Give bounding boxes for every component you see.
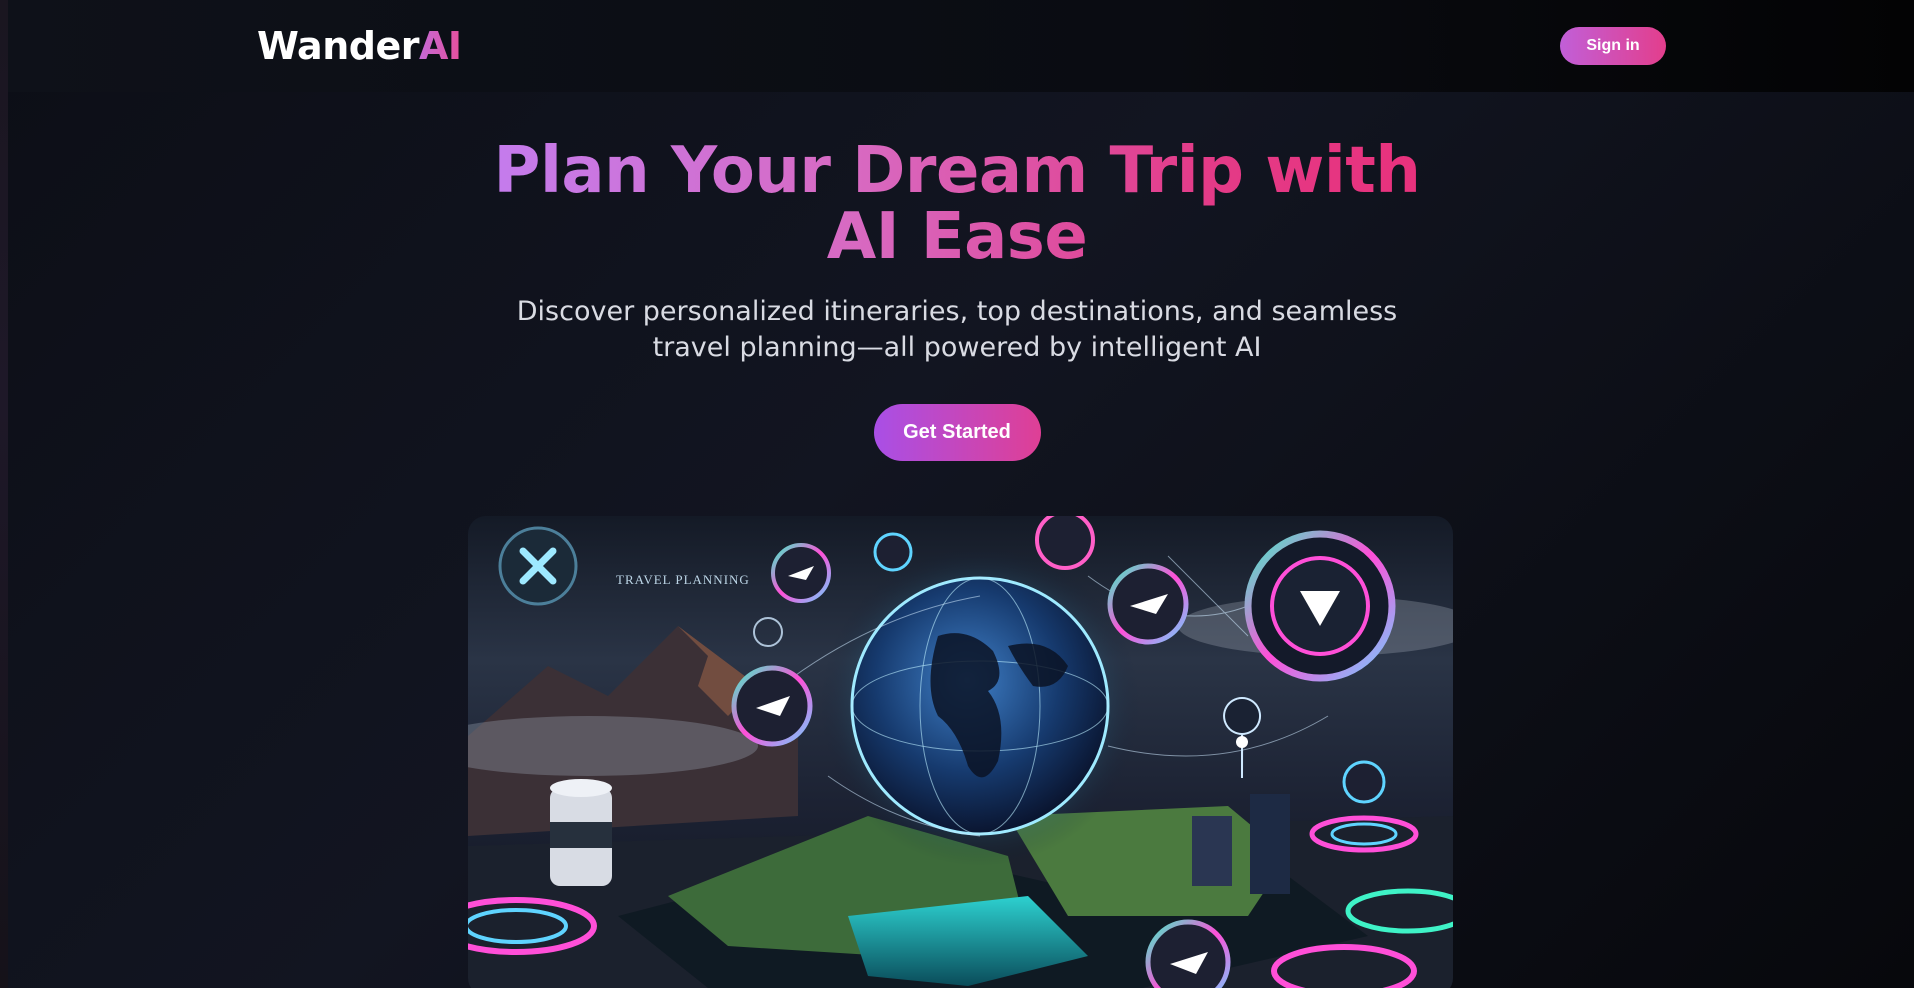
get-started-button[interactable]: Get Started (873, 404, 1041, 461)
logo-accent-text: AI (418, 24, 462, 68)
hero-section: Plan Your Dream Trip with AI Ease Discov… (0, 138, 1914, 461)
close-icon (498, 526, 578, 606)
airplane-icon (771, 543, 831, 603)
logo-main-text: Wander (257, 24, 419, 68)
location-pin-icon (1223, 697, 1262, 779)
play-icon (1244, 530, 1396, 682)
hero-subtitle: Discover personalized itineraries, top d… (516, 296, 1398, 363)
navbar: WanderAI Sign in (8, 0, 1914, 92)
airplane-icon (1145, 919, 1231, 988)
airplane-icon (873, 532, 913, 572)
hero-headline: Plan Your Dream Trip with AI Ease (467, 138, 1447, 270)
travel-planning-illustration: TRAVEL PLANNING (468, 516, 1453, 988)
airplane-icon (1035, 516, 1095, 570)
logo[interactable]: WanderAI (257, 24, 462, 68)
illustration-caption: TRAVEL PLANNING (616, 572, 750, 587)
airplane-icon (731, 665, 813, 747)
sign-in-button[interactable]: Sign in (1560, 27, 1666, 65)
airplane-icon (1107, 563, 1189, 645)
hero-illustration: TRAVEL PLANNING (468, 516, 1453, 988)
